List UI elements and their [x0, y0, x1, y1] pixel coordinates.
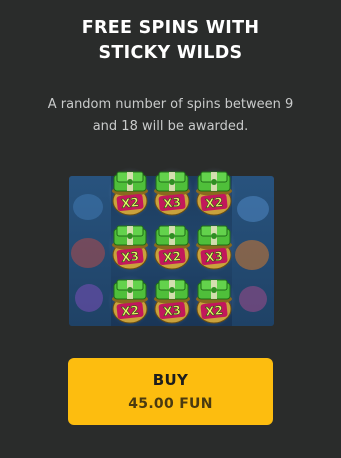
- multiplier-label: X2: [205, 195, 224, 211]
- multiplier-label: X2: [121, 195, 140, 211]
- multiplier-label: X2: [163, 249, 182, 265]
- buy-button-price: 45.00 FUN: [128, 396, 213, 412]
- multiplier-label: X3: [163, 195, 182, 211]
- multiplier-label: X3: [163, 303, 182, 319]
- sticky-wild-grid: X2 X3 X2 X3 X2 X3 X2 X3 X2: [108, 165, 236, 328]
- sticky-wild-symbol: X3: [150, 165, 194, 219]
- money-pot-icon: X3: [108, 221, 152, 273]
- background-symbol: [71, 238, 105, 268]
- multiplier-label: X3: [121, 249, 140, 265]
- money-pot-icon: X2: [108, 275, 152, 327]
- sticky-wild-symbol: X2: [108, 165, 152, 219]
- sticky-wild-symbol: X3: [192, 219, 236, 273]
- feature-preview-image: X2 X3 X2 X3 X2 X3 X2 X3 X2: [69, 165, 274, 328]
- money-pot-icon: X2: [108, 167, 152, 219]
- background-symbol: [237, 196, 269, 222]
- feature-title-line-2: STICKY WILDS: [98, 43, 243, 63]
- multiplier-label: X3: [205, 249, 224, 265]
- multiplier-label: X2: [205, 303, 224, 319]
- buy-button-label: BUY: [152, 371, 189, 389]
- feature-title-line-1: FREE SPINS WITH: [81, 18, 260, 38]
- background-symbol: [239, 286, 267, 312]
- money-pot-icon: X3: [150, 167, 194, 219]
- feature-title: FREE SPINS WITH STICKY WILDS: [0, 16, 341, 66]
- money-pot-icon: X2: [192, 167, 236, 219]
- sticky-wild-symbol: X3: [150, 273, 194, 327]
- background-symbol: [73, 194, 103, 220]
- feature-description-line-1: A random number of spins between 9: [47, 97, 294, 112]
- sticky-wild-symbol: X2: [108, 273, 152, 327]
- feature-description-line-2: and 18 will be awarded.: [92, 119, 249, 134]
- feature-panel: FREE SPINS WITH STICKY WILDS A random nu…: [0, 0, 341, 458]
- feature-description: A random number of spins between 9 and 1…: [20, 94, 321, 138]
- sticky-wild-symbol: X3: [108, 219, 152, 273]
- money-pot-icon: X3: [192, 221, 236, 273]
- money-pot-icon: X2: [192, 275, 236, 327]
- sticky-wild-symbol: X2: [192, 273, 236, 327]
- buy-button[interactable]: BUY 45.00 FUN: [68, 358, 273, 425]
- money-pot-icon: X2: [150, 221, 194, 273]
- background-symbol: [75, 284, 103, 312]
- background-symbol: [235, 240, 269, 270]
- sticky-wild-symbol: X2: [192, 165, 236, 219]
- money-pot-icon: X3: [150, 275, 194, 327]
- sticky-wild-symbol: X2: [150, 219, 194, 273]
- multiplier-label: X2: [121, 303, 140, 319]
